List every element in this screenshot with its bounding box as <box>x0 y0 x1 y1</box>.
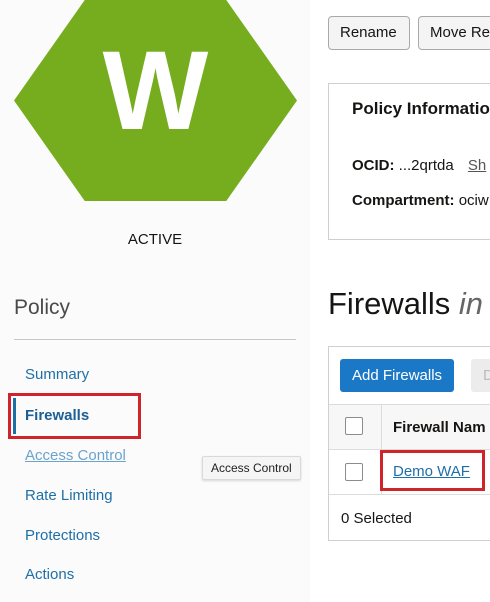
row-checkbox[interactable] <box>345 463 363 481</box>
compartment-value[interactable]: ociw <box>459 192 489 209</box>
compartment-row: Compartment: ociw <box>352 192 489 209</box>
firewall-name-column-header[interactable]: Firewall Nam <box>393 419 486 436</box>
compartment-label: Compartment: <box>352 192 455 209</box>
rename-button[interactable]: Rename <box>328 16 410 50</box>
policy-information-panel: Policy Informatio OCID: ...2qrtda Sh Com… <box>328 83 490 240</box>
firewalls-section-title: Firewalls in <box>328 286 483 322</box>
policy-information-title: Policy Informatio <box>352 99 490 118</box>
ocid-row: OCID: ...2qrtda Sh <box>352 157 486 174</box>
sidebar-heading: Policy <box>14 296 71 319</box>
ocid-show-link[interactable]: Sh <box>468 157 486 174</box>
table-divider <box>329 404 490 405</box>
resource-status: ACTIVE <box>127 231 183 248</box>
sidebar-item-rate-limiting[interactable]: Rate Limiting <box>25 487 113 504</box>
resource-hexagon-icon: W <box>14 0 297 201</box>
access-control-tooltip: Access Control <box>202 456 301 480</box>
sidebar-item-summary[interactable]: Summary <box>25 366 89 383</box>
firewalls-title-text: Firewalls <box>328 286 451 321</box>
select-all-checkbox[interactable] <box>345 417 363 435</box>
table-divider <box>329 494 490 495</box>
disabled-action-button[interactable]: D <box>471 359 490 392</box>
firewalls-table-card: Add Firewalls D Firewall Nam Demo WAF 0 … <box>328 346 490 541</box>
sidebar-item-actions[interactable]: Actions <box>25 566 74 583</box>
resource-icon-letter: W <box>102 28 209 153</box>
resource-sidebar: W ACTIVE Policy Summary Firewalls Access… <box>0 0 310 602</box>
firewalls-title-suffix: in <box>458 286 484 321</box>
move-resource-button[interactable]: Move Re <box>418 16 490 50</box>
selected-count: 0 Selected <box>341 510 412 527</box>
demo-waf-highlight-box <box>380 450 485 491</box>
sidebar-divider <box>14 339 296 340</box>
sidebar-item-access-control[interactable]: Access Control <box>25 447 126 464</box>
firewalls-highlight-box <box>8 393 141 439</box>
ocid-value: ...2qrtda <box>398 157 454 174</box>
sidebar-item-protections[interactable]: Protections <box>25 527 100 544</box>
ocid-label: OCID: <box>352 157 395 174</box>
add-firewalls-button[interactable]: Add Firewalls <box>340 359 455 392</box>
